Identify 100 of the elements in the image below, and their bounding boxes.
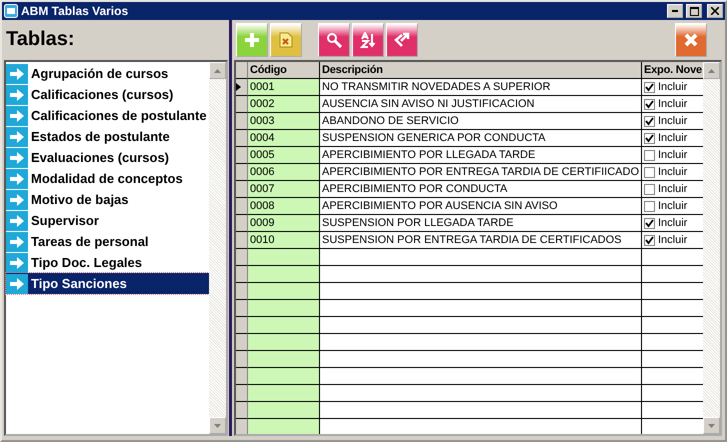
checkbox[interactable] — [644, 150, 655, 160]
checkbox-label: Incluir — [658, 132, 688, 144]
column-header[interactable]: Descripción — [320, 62, 642, 79]
table-cell: 0003 — [248, 113, 320, 130]
up-arrow-icon — [708, 68, 715, 72]
row-selector[interactable] — [236, 215, 248, 232]
row-selector[interactable] — [236, 198, 248, 215]
checkbox[interactable] — [644, 132, 655, 144]
row-selector[interactable] — [236, 317, 248, 334]
row-selector[interactable] — [236, 79, 248, 96]
table-cell: SUSPENSION POR LLEGADA TARDE — [320, 215, 642, 232]
list-item[interactable]: Tipo Sanciones — [6, 273, 209, 294]
row-selector[interactable] — [236, 181, 248, 198]
header-corner — [236, 62, 248, 79]
table-cell: 0009 — [248, 215, 320, 232]
checkbox-label: Incluir — [658, 217, 688, 229]
row-selector[interactable] — [236, 147, 248, 164]
down-arrow-icon — [708, 424, 715, 428]
row-selector[interactable] — [236, 300, 248, 317]
checkbox-label: Incluir — [658, 81, 688, 93]
row-selector[interactable] — [236, 385, 248, 402]
checkbox-label: Incluir — [658, 183, 688, 195]
list-item[interactable]: Motivo de bajas — [6, 189, 209, 210]
checkbox[interactable] — [644, 184, 655, 194]
scroll-up-button[interactable] — [703, 62, 720, 79]
scroll-up-button[interactable] — [209, 62, 226, 79]
list-item[interactable]: Tipo Doc. Legales — [6, 252, 209, 273]
row-selector[interactable] — [236, 232, 248, 249]
scrollbar[interactable] — [703, 62, 720, 434]
table-cell: APERCIBIMIENTO POR ENTREGA TARDIA DE CERTIFIICADO — [320, 164, 642, 181]
table-cell: 0007 — [248, 181, 320, 198]
checkbox-label: Incluir — [658, 98, 688, 110]
checkbox[interactable] — [644, 98, 655, 110]
list-item[interactable]: Calificaciones (cursos) — [6, 84, 209, 105]
checkbox-label: Incluir — [658, 200, 688, 212]
table-cell: NO TRANSMITIR NOVEDADES A SUPERIOR — [320, 79, 642, 96]
table-cell: SUSPENSION GENERICA POR CONDUCTA — [320, 130, 642, 147]
scroll-down-button[interactable] — [209, 417, 226, 434]
table-cell: ABANDONO DE SERVICIO — [320, 113, 642, 130]
checkbox[interactable] — [644, 200, 655, 212]
delete-button[interactable] — [270, 23, 302, 57]
row-selector[interactable] — [236, 113, 248, 130]
scroll-down-button[interactable] — [703, 417, 720, 434]
list-item[interactable]: Supervisor — [6, 210, 209, 231]
row-selector[interactable] — [236, 283, 248, 300]
row-selector[interactable] — [236, 334, 248, 351]
row-selector[interactable] — [236, 130, 248, 147]
table-cell: SUSPENSION POR ENTREGA TARDIA DE CERTIFICADOS — [320, 232, 642, 249]
row-selector[interactable] — [236, 249, 248, 266]
table-cell: APERCIBIMIENTO POR CONDUCTA — [320, 181, 642, 198]
table-cell: 0001 — [248, 79, 320, 96]
row-selector[interactable] — [236, 368, 248, 385]
column-header[interactable]: Expo. Nove — [642, 62, 703, 79]
checkbox-label: Incluir — [658, 166, 688, 178]
scrollbar[interactable] — [209, 62, 226, 434]
checkbox[interactable] — [644, 116, 655, 126]
list-item[interactable]: Evaluaciones (cursos) — [6, 147, 209, 168]
plus-icon — [244, 32, 260, 48]
close-button[interactable] — [707, 4, 723, 18]
table-cell: 0004 — [248, 130, 320, 147]
list-item[interactable]: Agrupación de cursos — [6, 63, 209, 84]
table-cell: 0005 — [248, 147, 320, 164]
row-selector[interactable] — [236, 266, 248, 283]
table-cell: AUSENCIA SIN AVISO NI JUSTIFICACION — [320, 96, 642, 113]
export-icon — [394, 32, 410, 48]
app-icon — [4, 4, 18, 18]
export-button[interactable] — [386, 23, 418, 57]
maximize-button[interactable] — [686, 4, 702, 18]
table-cell: 0010 — [248, 232, 320, 249]
sort-icon — [360, 32, 376, 48]
checkbox-label: Incluir — [658, 149, 688, 161]
column-header[interactable]: Código — [248, 62, 320, 79]
minimize-icon — [672, 10, 678, 12]
checkbox-label: Incluir — [658, 234, 688, 246]
search-icon — [326, 32, 342, 48]
maximize-icon — [690, 6, 698, 16]
list-item[interactable]: Modalidad de conceptos — [6, 168, 209, 189]
sidebar-title: Tablas: — [5, 26, 76, 52]
table-cell: APERCIBIMIENTO POR AUSENCIA SIN AVISO — [320, 198, 642, 215]
list-item[interactable]: Calificaciones de postulante — [6, 105, 209, 126]
row-selector[interactable] — [236, 402, 248, 419]
search-button[interactable] — [318, 23, 350, 57]
checkbox[interactable] — [644, 82, 655, 92]
list-item[interactable]: Tareas de personal — [6, 231, 209, 252]
down-arrow-icon — [214, 424, 221, 428]
list-item[interactable]: Estados de postulante — [6, 126, 209, 147]
checkbox-label: Incluir — [658, 115, 688, 127]
table-cell: APERCIBIMIENTO POR LLEGADA TARDE — [320, 147, 642, 164]
document-icon — [279, 32, 293, 48]
row-selector[interactable] — [236, 96, 248, 113]
table-cell: 0006 — [248, 164, 320, 181]
row-selector[interactable] — [236, 351, 248, 368]
table-cell: 0002 — [248, 96, 320, 113]
sort-button[interactable] — [352, 23, 384, 57]
minimize-button[interactable] — [667, 4, 683, 18]
checkbox[interactable] — [644, 218, 655, 228]
checkbox[interactable] — [644, 234, 655, 246]
checkbox[interactable] — [644, 166, 655, 178]
table-cell: 0008 — [248, 198, 320, 215]
row-selector[interactable] — [236, 164, 248, 181]
